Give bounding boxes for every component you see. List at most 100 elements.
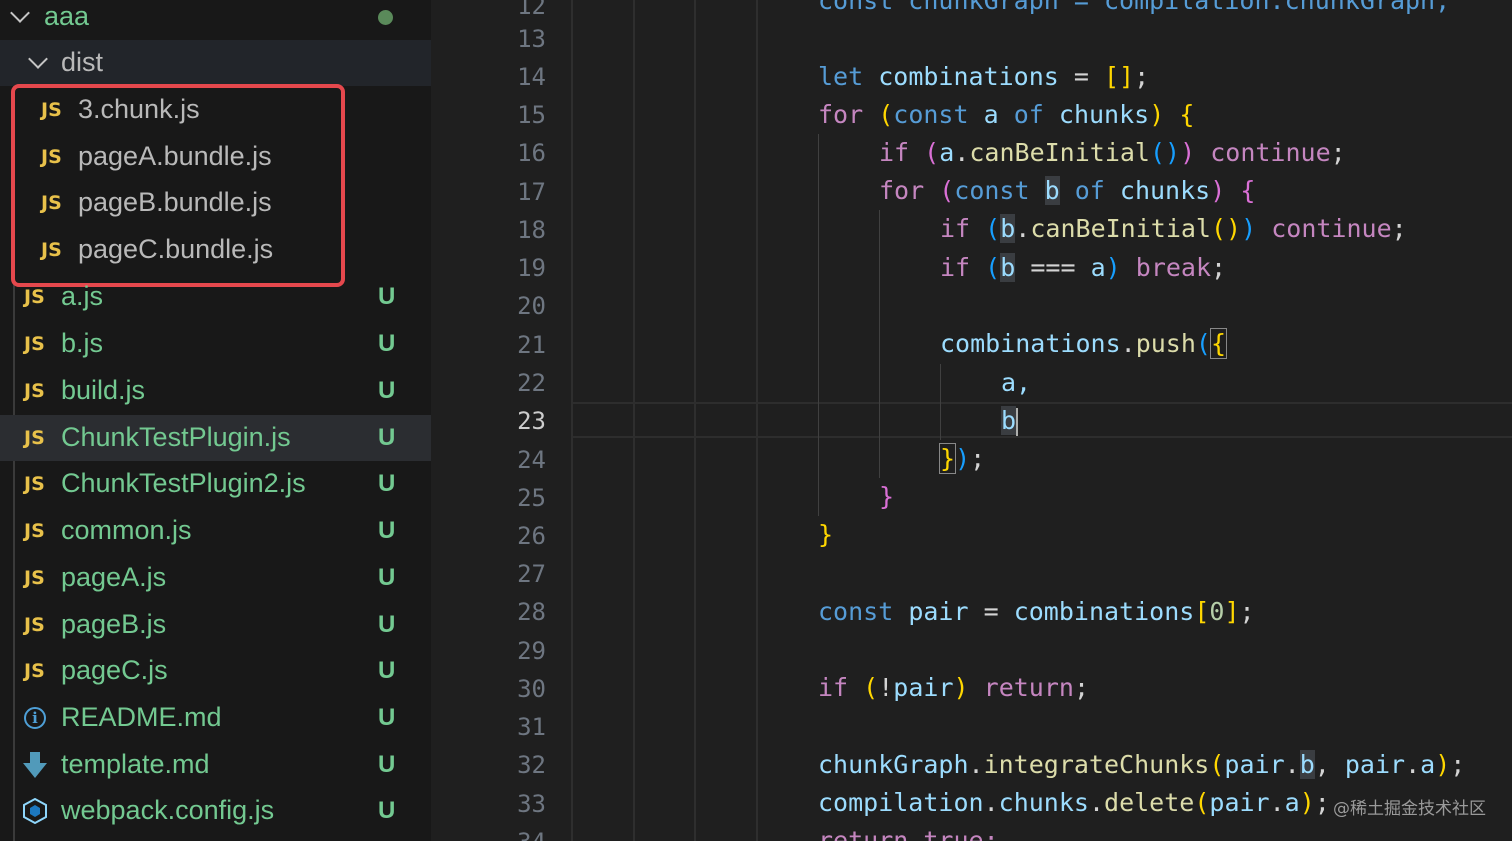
js-file-icon: JS — [24, 333, 45, 355]
untracked-badge: U — [378, 283, 396, 310]
line-number: 30 — [517, 675, 546, 703]
line-number: 20 — [517, 292, 546, 320]
file-item[interactable]: template.md U — [0, 742, 431, 788]
line-number: 18 — [517, 216, 546, 244]
file-name: README.md — [61, 702, 222, 732]
line-number: 27 — [517, 560, 546, 588]
folder-aaa[interactable]: aaa — [0, 0, 431, 40]
line-number: 17 — [517, 178, 546, 206]
js-file-icon: JS — [24, 614, 45, 636]
js-file-icon: JS — [24, 380, 45, 402]
file-item[interactable]: JS b.js U — [0, 321, 431, 367]
line-number: 25 — [517, 484, 546, 512]
folder-label: aaa — [44, 1, 90, 31]
code-line: const chunkGraph = compilation.chunkGrap… — [818, 0, 1451, 15]
indent-guide — [818, 134, 819, 516]
untracked-badge: U — [378, 330, 396, 357]
code-line: for (const a of chunks) { — [818, 100, 1195, 129]
code-line: } — [879, 482, 895, 511]
code-editor[interactable]: 12 13 14 15 16 17 18 19 20 21 22 23 24 2… — [431, 0, 1512, 841]
file-name: build.js — [61, 375, 146, 405]
code-line: if (!pair) return; — [818, 673, 1090, 702]
line-number: 31 — [517, 713, 546, 741]
code-line: const pair = combinations[0]; — [818, 597, 1255, 626]
js-file-icon: JS — [24, 660, 45, 682]
js-file-icon: JS — [24, 286, 45, 308]
chevron-down-icon — [10, 3, 30, 23]
highlight-annotation-box — [11, 84, 345, 287]
file-item-selected[interactable]: JS ChunkTestPlugin.js U — [0, 415, 431, 461]
text-cursor — [1016, 408, 1019, 436]
line-number: 29 — [517, 637, 546, 665]
download-arrow-icon — [23, 752, 47, 778]
file-item[interactable]: JS common.js U — [0, 508, 431, 554]
line-number: 33 — [517, 790, 546, 818]
untracked-badge: U — [378, 611, 396, 638]
line-number: 12 — [517, 0, 546, 20]
file-name: a.js — [61, 281, 104, 311]
webpack-cube-icon — [23, 798, 47, 824]
indent-guide — [879, 210, 880, 478]
js-file-icon: JS — [24, 567, 45, 589]
code-line: compilation.chunks.delete(pair.a); — [818, 788, 1330, 817]
line-number: 24 — [517, 446, 546, 474]
code-line: a, — [1001, 368, 1032, 397]
line-number: 16 — [517, 139, 546, 167]
line-number-current: 23 — [517, 407, 546, 435]
code-line: if (a.canBeInitial()) continue; — [879, 138, 1346, 167]
line-number: 14 — [517, 63, 546, 91]
file-name: ChunkTestPlugin2.js — [61, 468, 306, 498]
file-name: ChunkTestPlugin.js — [61, 422, 291, 452]
untracked-badge: U — [378, 704, 396, 731]
file-item[interactable]: JS build.js U — [0, 368, 431, 414]
js-file-icon: JS — [24, 520, 45, 542]
file-name: b.js — [61, 328, 104, 358]
line-number: 19 — [517, 254, 546, 282]
untracked-badge: U — [378, 424, 396, 451]
code-line-current[interactable]: b — [1001, 406, 1019, 436]
code-line: for (const b of chunks) { — [879, 176, 1256, 205]
untracked-badge: U — [378, 564, 396, 591]
code-line: return true; — [818, 826, 999, 841]
file-name: pageA.js — [61, 562, 167, 592]
indent-guide — [940, 364, 941, 440]
file-item[interactable]: JS pageB.js U — [0, 602, 431, 648]
file-item[interactable]: JS a.js U — [0, 274, 431, 320]
code-line: combinations.push({ — [940, 328, 1228, 359]
untracked-badge: U — [378, 657, 396, 684]
line-number: 15 — [517, 101, 546, 129]
code-line: let combinations = []; — [818, 62, 1150, 91]
modified-dot-icon — [378, 10, 393, 25]
code-line: if (b.canBeInitial()) continue; — [940, 214, 1407, 243]
line-number: 32 — [517, 751, 546, 779]
line-number: 22 — [517, 369, 546, 397]
file-item[interactable]: JS pageC.js U — [0, 648, 431, 694]
code-line: if (b === a) break; — [940, 253, 1227, 282]
folder-dist[interactable]: dist — [0, 40, 431, 86]
file-item[interactable]: webpack.config.js U — [0, 788, 431, 834]
js-file-icon: JS — [24, 473, 45, 495]
line-number: 21 — [517, 331, 546, 359]
file-item[interactable]: JS ChunkTestPlugin2.js U — [0, 461, 431, 507]
file-name: pageC.js — [61, 655, 168, 685]
untracked-badge: U — [378, 797, 396, 824]
chevron-down-icon — [28, 49, 48, 69]
file-name: common.js — [61, 515, 192, 545]
line-number: 34 — [471, 828, 546, 841]
untracked-badge: U — [378, 517, 396, 544]
file-item[interactable]: JS pageA.js U — [0, 555, 431, 601]
line-number: 28 — [517, 598, 546, 626]
line-number: 13 — [517, 25, 546, 53]
untracked-badge: U — [378, 751, 396, 778]
untracked-badge: U — [378, 377, 396, 404]
js-file-icon: JS — [24, 427, 45, 449]
file-name: webpack.config.js — [61, 795, 275, 825]
info-icon: i — [24, 707, 46, 729]
file-item[interactable]: i README.md U — [0, 695, 431, 741]
folder-label: dist — [61, 47, 104, 77]
file-name: pageB.js — [61, 609, 167, 639]
current-line-highlight — [573, 402, 1512, 438]
explorer-sidebar: aaa dist JS 3.chunk.js JS pageA.bundle.j… — [0, 0, 431, 841]
code-line: } — [818, 520, 834, 549]
file-name: template.md — [61, 749, 210, 779]
